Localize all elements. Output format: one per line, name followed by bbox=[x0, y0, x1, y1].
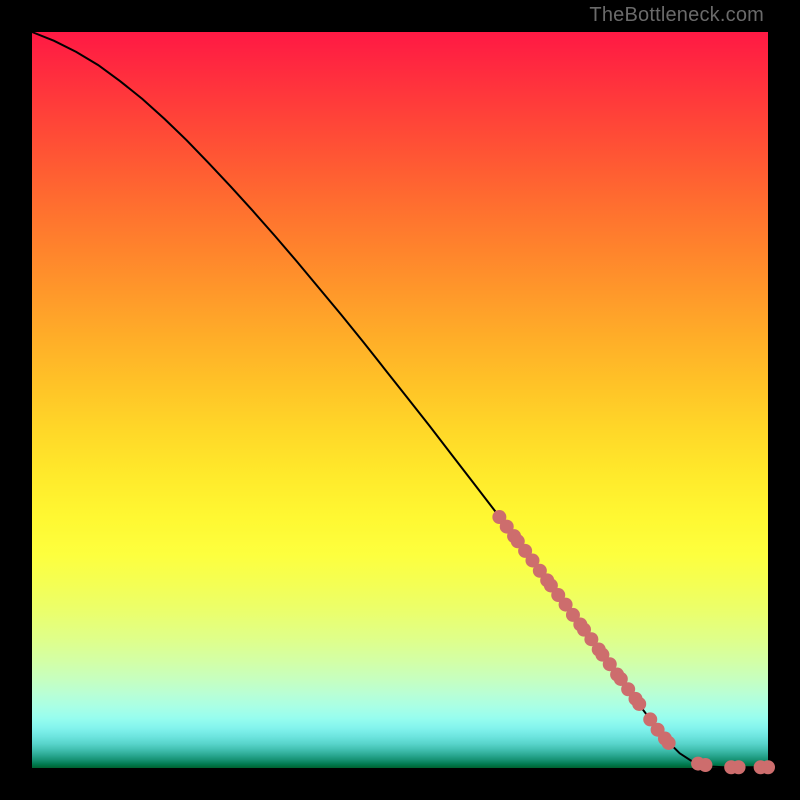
data-point bbox=[698, 758, 712, 772]
data-point bbox=[632, 697, 646, 711]
data-points-group bbox=[492, 510, 775, 774]
data-point bbox=[732, 760, 746, 774]
chart-frame: TheBottleneck.com bbox=[0, 0, 800, 800]
chart-svg bbox=[32, 32, 768, 768]
plot-area bbox=[32, 32, 768, 768]
data-point bbox=[662, 736, 676, 750]
watermark-text: TheBottleneck.com bbox=[589, 4, 764, 27]
bottleneck-curve bbox=[32, 32, 768, 767]
data-point bbox=[761, 760, 775, 774]
